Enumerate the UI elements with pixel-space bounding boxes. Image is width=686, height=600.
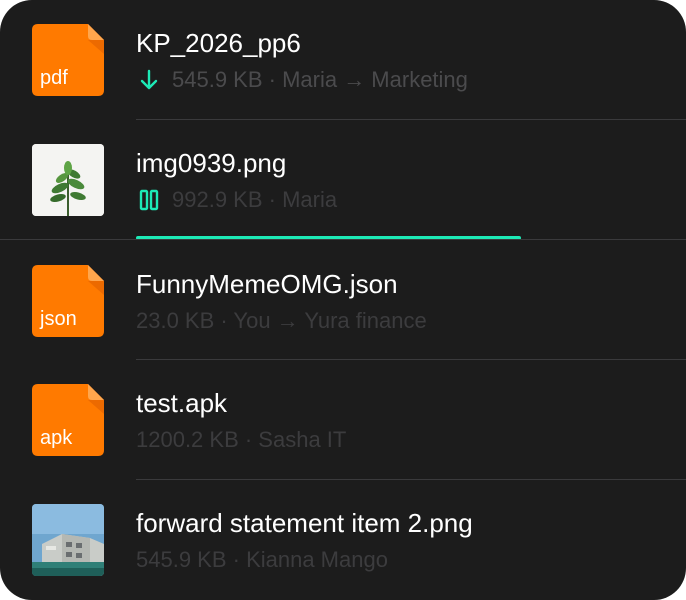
file-meta: 545.9 KB · Kianna Mango [136,546,388,574]
file-extension-label: pdf [40,67,68,89]
file-meta-text: 23.0 KB · You → Yura finance [136,308,427,333]
file-name: FunnyMemeOMG.json [136,269,398,299]
file-name: forward statement item 2.png [136,508,473,538]
pause-icon[interactable] [136,187,162,213]
file-extension-label: apk [40,427,73,449]
plant-photo-thumbnail [32,144,104,216]
file-meta: 1200.2 KB · Sasha IT [136,426,346,454]
pdf-file-icon: pdf [32,24,104,96]
file-meta: 545.9 KB · Maria → Marketing [136,66,468,94]
file-thumbnail [32,504,104,576]
file-meta: 992.9 KB · Maria [136,186,337,214]
file-name: img0939.png [136,148,287,178]
file-row-kp-2026-pp6[interactable]: pdf KP_2026_pp6 545.9 KB · Maria → Marke… [0,0,686,120]
file-thumbnail: json [32,265,104,337]
file-extension-label: json [40,308,77,330]
file-thumbnail [32,144,104,216]
file-row-img0939[interactable]: img0939.png 992.9 KB · Maria [0,120,686,240]
file-row-test-apk[interactable]: apk test.apk 1200.2 KB · Sasha IT [0,360,686,480]
file-thumbnail: pdf [32,24,104,96]
file-thumbnail: apk [32,384,104,456]
json-file-icon: json [32,265,104,337]
file-list-panel: pdf KP_2026_pp6 545.9 KB · Maria → Marke… [0,0,686,600]
file-name: KP_2026_pp6 [136,28,301,58]
file-meta-text: 1200.2 KB · Sasha IT [136,427,347,452]
building-photo-thumbnail [32,504,104,576]
file-meta-text: 992.9 KB · Maria [172,187,338,212]
apk-file-icon: apk [32,384,104,456]
download-arrow-icon[interactable] [136,67,162,93]
file-row-funnymemeomg[interactable]: json FunnyMemeOMG.json 23.0 KB · You → Y… [0,239,686,360]
file-name: test.apk [136,388,228,418]
file-meta-text: 545.9 KB · Kianna Mango [136,547,388,572]
file-meta: 23.0 KB · You → Yura finance [136,307,427,335]
file-row-forward-statement[interactable]: forward statement item 2.png 545.9 KB · … [0,480,686,600]
file-meta-text: 545.9 KB · Maria → Marketing [172,67,468,92]
